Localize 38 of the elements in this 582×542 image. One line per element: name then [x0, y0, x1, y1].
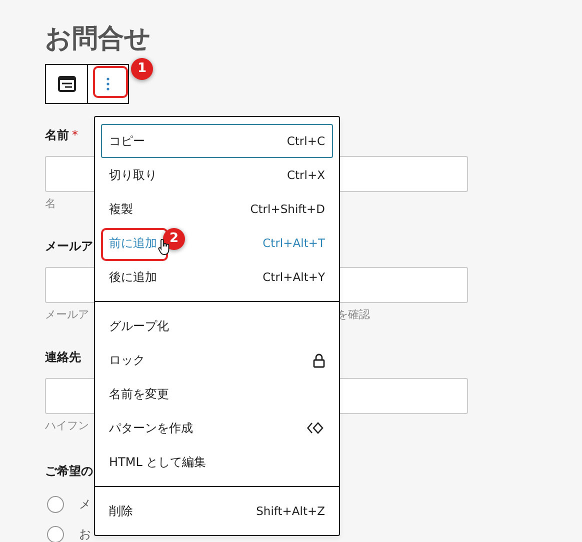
field-label: 連絡先 [45, 349, 81, 365]
radio-button[interactable] [47, 496, 64, 512]
keyboard-shortcut: Ctrl+X [287, 168, 325, 182]
field-label: メールア [45, 238, 93, 254]
keyboard-shortcut: Ctrl+C [286, 134, 325, 148]
more-icon [106, 77, 110, 91]
radio-button[interactable] [47, 526, 64, 542]
menu-item[interactable]: 前に追加 2 Ctrl+Alt+T [101, 226, 333, 260]
menu-item[interactable]: コピー Ctrl+C [101, 124, 333, 158]
annotation-badge: 2 [163, 228, 185, 250]
keyboard-shortcut: Ctrl+Alt+Y [262, 270, 325, 284]
annotation-frame [93, 66, 128, 98]
pointer-icon [158, 239, 170, 256]
menu-item[interactable]: 削除 Shift+Alt+Z [101, 494, 333, 528]
menu-item[interactable]: パターンを作成 [101, 411, 333, 445]
menu-item[interactable]: 後に追加 Ctrl+Alt+Y [101, 260, 333, 294]
field-label: 名前 * [45, 127, 78, 143]
keyboard-shortcut: Ctrl+Shift+D [250, 202, 325, 216]
keyboard-shortcut: Ctrl+Alt+T [262, 236, 325, 250]
annotation-badge: 1 [131, 58, 153, 80]
keyboard-shortcut: Shift+Alt+Z [256, 504, 325, 518]
field-hint: ハイフン [45, 419, 89, 433]
lock-icon [313, 352, 325, 368]
menu-item[interactable]: 切り取り Ctrl+X [101, 158, 333, 192]
radio-label: メ [79, 496, 91, 512]
radio-label: お [79, 526, 91, 542]
menu-item[interactable]: 名前を変更 [101, 377, 333, 411]
field-hint: 名 [45, 197, 56, 211]
pattern-icon [307, 422, 325, 434]
form-icon [56, 74, 76, 94]
page-title: お問合せ [45, 23, 152, 56]
field-hint: メールア [45, 308, 89, 322]
menu-item[interactable]: ロック [101, 343, 333, 377]
menu-item[interactable]: 複製 Ctrl+Shift+D [101, 192, 333, 226]
more-options-button[interactable] [87, 65, 128, 103]
menu-item[interactable]: HTML として編集 [101, 445, 333, 479]
field-label: ご希望の [45, 463, 93, 479]
menu-item[interactable]: グループ化 [101, 309, 333, 343]
